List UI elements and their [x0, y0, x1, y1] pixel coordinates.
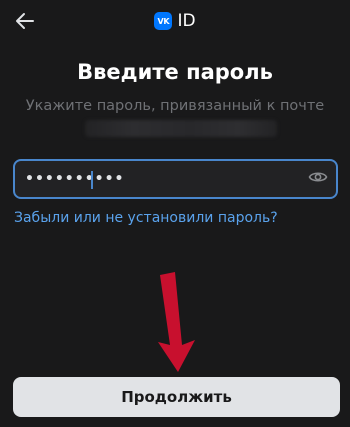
page-title: Введите пароль [77, 60, 273, 84]
show-password-button[interactable] [300, 161, 336, 197]
password-field[interactable] [13, 159, 338, 199]
brand: VK ID [0, 11, 350, 31]
brand-label: ID [177, 11, 196, 31]
vk-logo-icon: VK [154, 12, 173, 30]
forgot-password-link[interactable]: Забыли или не установили пароль? [14, 210, 278, 226]
password-input[interactable] [15, 161, 300, 197]
text-caret [91, 171, 93, 189]
continue-button[interactable]: Продолжить [13, 377, 340, 417]
page-subtitle: Укажите пароль, привязанный к почте [25, 98, 325, 114]
masked-email [85, 120, 277, 137]
eye-icon [308, 167, 328, 192]
